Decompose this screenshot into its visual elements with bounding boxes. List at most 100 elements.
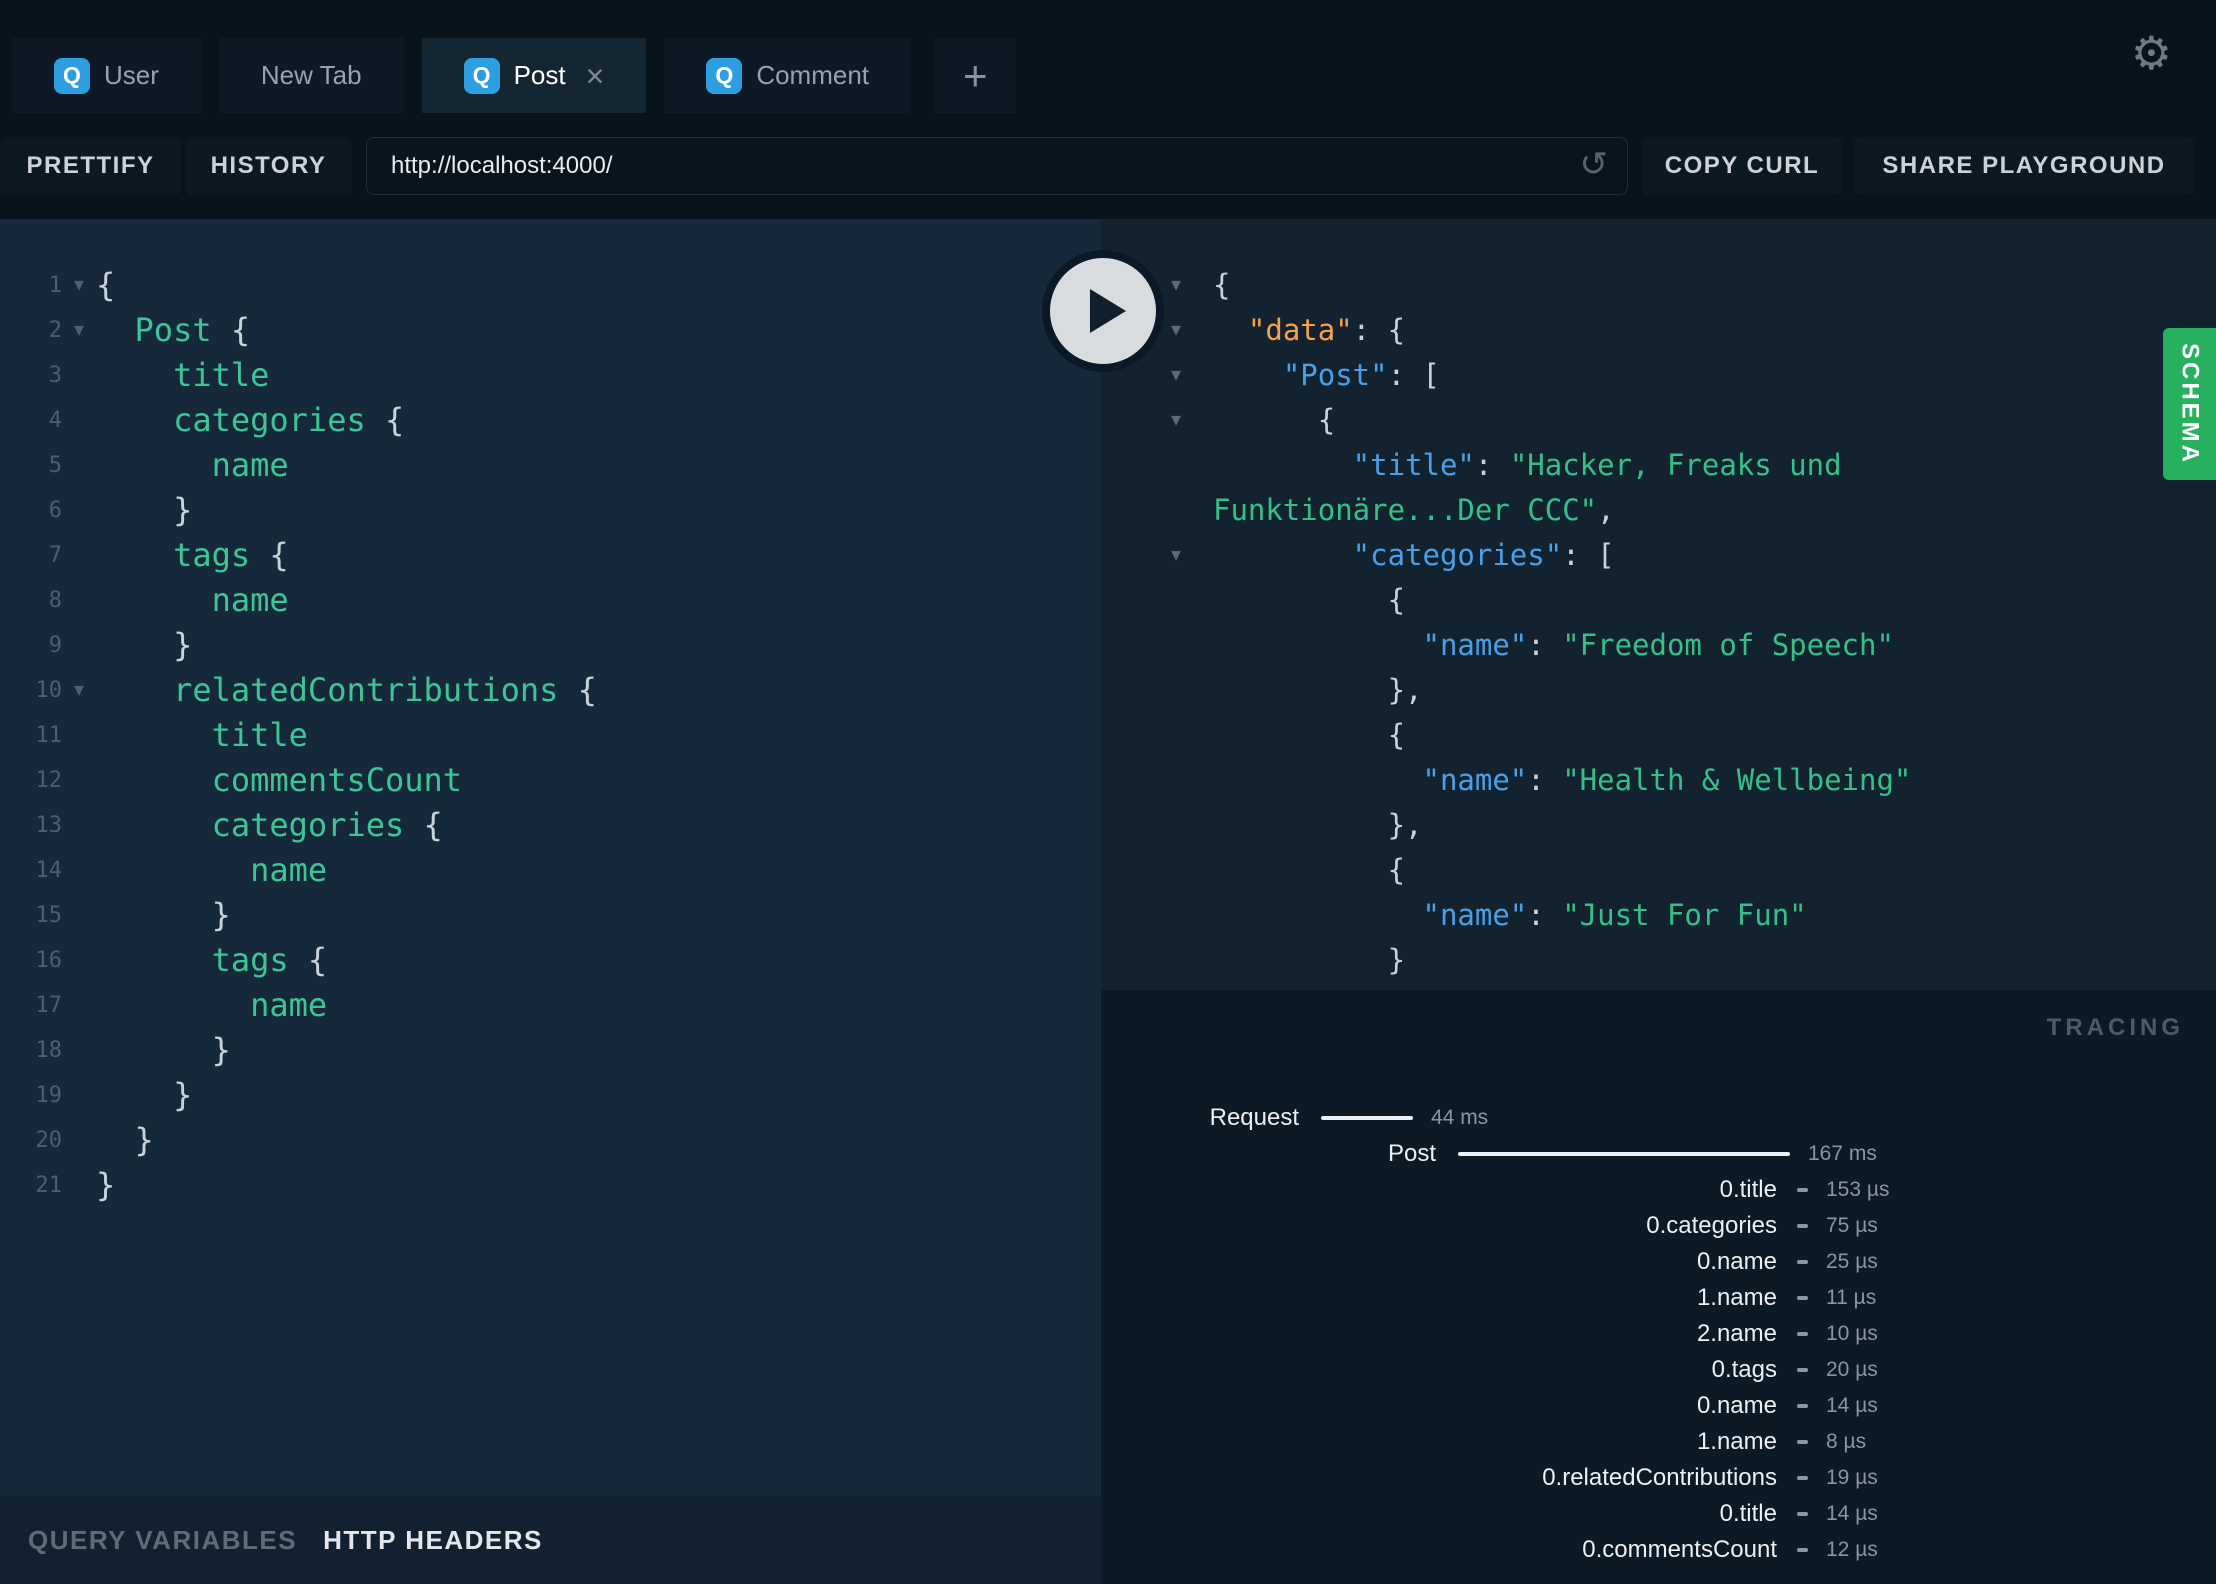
copy-curl-button[interactable]: COPY CURL xyxy=(1642,137,1842,195)
tracing-row: 1.name 8 µs xyxy=(1101,1424,2216,1460)
tracing-title: TRACING xyxy=(2046,1014,2184,1041)
tracing-row-label: 0.relatedContributions xyxy=(1542,1464,1777,1491)
fold-arrow-icon[interactable]: ▾ xyxy=(62,263,96,308)
fold-arrow-icon[interactable]: ▾ xyxy=(1171,308,1213,353)
tracing-row: 0.title 153 µs xyxy=(1101,1172,2216,1208)
line-number: 4 xyxy=(48,408,62,433)
line-number: 9 xyxy=(48,633,62,658)
fold-arrow-icon[interactable]: ▾ xyxy=(1171,398,1213,443)
fold-arrow-icon[interactable]: ▾ xyxy=(1171,353,1213,398)
code-text: "name": "Just For Fun" xyxy=(1422,898,1807,932)
query-code-line: 7 tags { xyxy=(0,533,1101,578)
tab-user[interactable]: Q User xyxy=(12,38,201,113)
tracing-row-label: 0.tags xyxy=(1711,1356,1777,1383)
close-tab-icon[interactable]: × xyxy=(586,60,605,92)
tracing-duration-dash xyxy=(1797,1440,1808,1444)
tab-label: Post xyxy=(513,60,566,90)
tracing-row-label: 0.categories xyxy=(1646,1212,1777,1239)
share-playground-button[interactable]: SHARE PLAYGROUND xyxy=(1854,137,2194,195)
response-code-line: "title": "Hacker, Freaks und xyxy=(1101,443,2216,488)
tracing-row: 2.name 10 µs xyxy=(1101,1316,2216,1352)
query-variables-tab[interactable]: QUERY VARIABLES xyxy=(28,1525,297,1556)
execute-button[interactable] xyxy=(1042,250,1164,372)
schema-tab[interactable]: SCHEMA xyxy=(2163,328,2216,480)
tab-bar-tabs: Q User New Tab Q Post × Q Comment + xyxy=(12,38,1016,113)
response-pane: ▾{▾ "data": {▾ "Post": [▾{"title": "Hacker… xyxy=(1101,219,2216,990)
query-code-line: 1 ▾{ xyxy=(0,263,1101,308)
tracing-row: 0.categories 75 µs xyxy=(1101,1208,2216,1244)
query-code-line: 17 name xyxy=(0,983,1101,1028)
query-editor-code: 1 ▾{2 ▾ Post {3 title 4 categories {5 name 6} 7 ta… xyxy=(0,219,1101,1208)
add-tab-button[interactable]: + xyxy=(935,38,1016,113)
tab-comment[interactable]: Q Comment xyxy=(664,38,912,113)
code-text: relatedContributions { xyxy=(173,671,597,709)
code-text: { xyxy=(1387,718,1406,752)
tab-new-tab[interactable]: New Tab xyxy=(218,38,404,113)
tracing-row-label: Post xyxy=(1387,1140,1436,1167)
fold-arrow-icon[interactable]: ▾ xyxy=(1171,263,1213,308)
tracing-duration-dash xyxy=(1797,1476,1808,1480)
tracing-row-time: 75 µs xyxy=(1826,1214,1878,1237)
code-text: name xyxy=(250,851,328,889)
tracing-row: 0.name 25 µs xyxy=(1101,1244,2216,1280)
line-number: 3 xyxy=(48,363,62,388)
tracing-row-label: 0.commentsCount xyxy=(1582,1536,1777,1563)
code-text: } xyxy=(211,1031,231,1069)
tracing-row-label: 0.name xyxy=(1696,1392,1777,1419)
tracing-row-time: 153 µs xyxy=(1826,1178,1890,1201)
prettify-button[interactable]: PRETTIFY xyxy=(0,137,181,195)
line-number: 5 xyxy=(48,453,62,478)
graphql-playground-window: Q User New Tab Q Post × Q Comment + ⚙ PRETTIFY H… xyxy=(0,0,2216,1584)
response-code-line: ▾ "data": { xyxy=(1101,308,2216,353)
tracing-duration-dash xyxy=(1797,1368,1808,1372)
reload-icon[interactable]: ↺ xyxy=(1580,148,1609,182)
query-code-line: 16 tags { xyxy=(0,938,1101,983)
code-text: { xyxy=(1213,268,1231,302)
code-text: title xyxy=(211,716,308,754)
tracing-row-time: 12 µs xyxy=(1826,1538,1878,1561)
tab-post[interactable]: Q Post × xyxy=(421,38,647,113)
response-code-line: { xyxy=(1101,578,2216,623)
tracing-panel: TRACING Request 44 ms Post 167 ms 0.title 153… xyxy=(1101,990,2216,1584)
response-code-line: }, xyxy=(1101,668,2216,713)
line-number: 16 xyxy=(35,948,63,973)
http-headers-tab[interactable]: HTTP HEADERS xyxy=(323,1525,543,1556)
history-button[interactable]: HISTORY xyxy=(185,137,352,195)
url-input[interactable] xyxy=(366,137,1628,195)
tracing-row-time: 11 µs xyxy=(1826,1286,1877,1309)
line-number: 11 xyxy=(35,723,63,748)
response-code-line: Funktionäre...Der CCC", xyxy=(1101,488,2216,533)
code-text: Post { xyxy=(134,311,251,349)
line-number: 8 xyxy=(48,588,62,613)
tracing-row: 0.commentsCount 12 µs xyxy=(1101,1532,2216,1568)
tracing-row-label: Request xyxy=(1209,1104,1299,1131)
query-code-line: 11 title xyxy=(0,713,1101,758)
code-text: commentsCount xyxy=(211,761,463,799)
line-number: 14 xyxy=(35,858,63,883)
response-json: ▾{▾ "data": {▾ "Post": [▾{"title": "Hacker… xyxy=(1101,219,2216,990)
fold-arrow-icon[interactable]: ▾ xyxy=(62,668,96,713)
fold-arrow-icon[interactable]: ▾ xyxy=(1171,533,1213,578)
tracing-row-time: 167 ms xyxy=(1808,1142,1877,1165)
tracing-duration-dash xyxy=(1797,1260,1808,1264)
settings-gear-icon[interactable]: ⚙ xyxy=(2131,30,2172,76)
query-editor-pane[interactable]: 1 ▾{2 ▾ Post {3 title 4 categories {5 name 6} 7 ta… xyxy=(0,219,1101,1496)
query-code-line: 8 name xyxy=(0,578,1101,623)
fold-arrow-icon[interactable]: ▾ xyxy=(62,308,96,353)
query-code-line: 5 name xyxy=(0,443,1101,488)
response-code-line: ▾{ xyxy=(1101,398,2216,443)
tracing-row-time: 14 µs xyxy=(1826,1502,1878,1525)
code-text: name xyxy=(211,581,289,619)
code-text: "data": { xyxy=(1247,313,1406,347)
